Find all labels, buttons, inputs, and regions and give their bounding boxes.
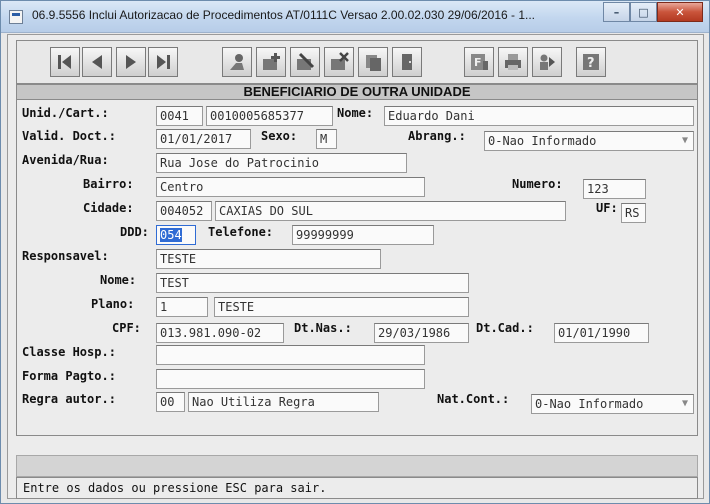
abrang-select[interactable]: 0-Nao Informado ▼ — [484, 131, 694, 151]
unid-input[interactable]: 0041 — [156, 106, 203, 126]
client-area: F ? BENEFICIARIO DE OUTRA UNIDADE Unid./… — [7, 34, 704, 499]
app-icon — [9, 10, 23, 24]
maximize-button[interactable]: □ — [630, 2, 657, 22]
valid-doct-input[interactable]: 01/01/2017 — [156, 129, 251, 149]
filter-icon: F — [471, 54, 488, 70]
edit-icon — [297, 52, 315, 70]
window-title: 06.9.5556 Inclui Autorizacao de Procedim… — [32, 8, 536, 22]
nome-label: Nome: — [100, 273, 137, 287]
ddd-label: DDD: — [120, 225, 149, 239]
title-bar: 06.9.5556 Inclui Autorizacao de Procedim… — [1, 1, 709, 33]
section-title: BENEFICIARIO DE OUTRA UNIDADE — [16, 84, 698, 100]
copy-icon — [366, 55, 381, 71]
numero-label: Numero: — [512, 177, 563, 191]
cpf-label: CPF: — [112, 321, 141, 335]
svg-text:?: ? — [587, 56, 595, 71]
next-record-button[interactable] — [116, 47, 146, 77]
delete-icon — [331, 52, 349, 70]
classe-hosp-label: Classe Hosp.: — [22, 345, 116, 359]
previous-record-icon — [92, 55, 102, 69]
beneficiary-form: Unid./Cart.: 0041 0010005685377 Nome: Ed… — [16, 100, 698, 436]
nome-input[interactable]: TEST — [156, 273, 469, 293]
dt-nas-input[interactable]: 29/03/1986 — [374, 323, 469, 343]
cidade-code-input[interactable]: 004052 — [156, 201, 212, 221]
delete-button[interactable] — [324, 47, 354, 77]
regra-autor-code-input[interactable]: 00 — [156, 392, 185, 412]
bairro-input[interactable]: Centro — [156, 177, 425, 197]
plano-name-input[interactable]: TESTE — [214, 297, 469, 317]
first-record-button[interactable] — [50, 47, 80, 77]
regra-autor-name-input[interactable]: Nao Utiliza Regra — [188, 392, 379, 412]
nome-benef-input[interactable]: Eduardo Dani — [384, 106, 694, 126]
bairro-label: Bairro: — [83, 177, 134, 191]
abrang-label: Abrang.: — [408, 129, 466, 143]
status-bar: Entre os dados ou pressione ESC para sai… — [16, 477, 698, 499]
ddd-value: 054 — [160, 228, 182, 242]
avenida-input[interactable]: Rua Jose do Patrocinio — [156, 153, 407, 173]
door-icon — [402, 54, 412, 70]
minimize-button[interactable]: – — [603, 2, 630, 22]
toolbar: F ? — [16, 40, 698, 84]
filter-button[interactable]: F — [464, 47, 494, 77]
ddd-input[interactable]: 054 — [156, 225, 196, 245]
chevron-down-icon: ▼ — [681, 135, 688, 146]
search-button[interactable] — [222, 47, 252, 77]
uf-input[interactable]: RS — [621, 203, 646, 223]
help-agent-button[interactable] — [532, 47, 562, 77]
nat-cont-value: 0-Nao Informado — [535, 397, 644, 411]
nat-cont-label: Nat.Cont.: — [437, 392, 510, 406]
responsavel-input[interactable]: TESTE — [156, 249, 381, 269]
telefone-input[interactable]: 99999999 — [292, 225, 434, 245]
add-button[interactable] — [256, 47, 286, 77]
search-person-icon — [230, 54, 244, 70]
classe-hosp-input[interactable] — [156, 345, 425, 365]
first-record-icon — [58, 55, 71, 69]
cidade-name-input[interactable]: CAXIAS DO SUL — [215, 201, 566, 221]
close-button[interactable]: ✕ — [657, 2, 703, 22]
regra-autor-label: Regra autor.: — [22, 392, 116, 406]
help-button[interactable]: ? — [576, 47, 606, 77]
nome-benef-label: Nome: — [337, 106, 374, 120]
message-band — [16, 455, 698, 477]
exit-door-button[interactable] — [392, 47, 422, 77]
previous-record-button[interactable] — [82, 47, 112, 77]
window-controls: – □ ✕ — [603, 2, 703, 22]
plano-code-input[interactable]: 1 — [156, 297, 208, 317]
print-icon — [505, 54, 521, 70]
app-window: 06.9.5556 Inclui Autorizacao de Procedim… — [0, 0, 710, 504]
nat-cont-select[interactable]: 0-Nao Informado ▼ — [531, 394, 694, 414]
forma-pagto-label: Forma Pagto.: — [22, 369, 116, 383]
next-record-icon — [126, 55, 136, 69]
cidade-label: Cidade: — [83, 201, 134, 215]
last-record-button[interactable] — [148, 47, 178, 77]
dt-nas-label: Dt.Nas.: — [294, 321, 352, 335]
cart-input[interactable]: 0010005685377 — [206, 106, 333, 126]
svg-text:F: F — [474, 56, 482, 69]
copy-button[interactable] — [358, 47, 388, 77]
help-agent-icon — [540, 54, 555, 70]
cpf-input[interactable]: 013.981.090-02 — [156, 323, 284, 343]
chevron-down-icon: ▼ — [681, 398, 688, 409]
help-icon: ? — [583, 54, 599, 71]
last-record-icon — [157, 55, 170, 69]
numero-input[interactable]: 123 — [583, 179, 646, 199]
sexo-input[interactable]: M — [316, 129, 337, 149]
dt-cad-input[interactable]: 01/01/1990 — [554, 323, 649, 343]
forma-pagto-input[interactable] — [156, 369, 425, 389]
print-button[interactable] — [498, 47, 528, 77]
sexo-label: Sexo: — [261, 129, 298, 143]
unid-cart-label: Unid./Cart.: — [22, 106, 109, 120]
valid-doct-label: Valid. Doct.: — [22, 129, 116, 143]
add-icon — [263, 53, 280, 70]
telefone-label: Telefone: — [208, 225, 274, 239]
edit-button[interactable] — [290, 47, 320, 77]
responsavel-label: Responsavel: — [22, 249, 109, 263]
abrang-value: 0-Nao Informado — [488, 134, 597, 148]
plano-label: Plano: — [91, 297, 135, 311]
dt-cad-label: Dt.Cad.: — [476, 321, 534, 335]
avenida-label: Avenida/Rua: — [22, 153, 109, 167]
uf-label: UF: — [596, 201, 618, 215]
